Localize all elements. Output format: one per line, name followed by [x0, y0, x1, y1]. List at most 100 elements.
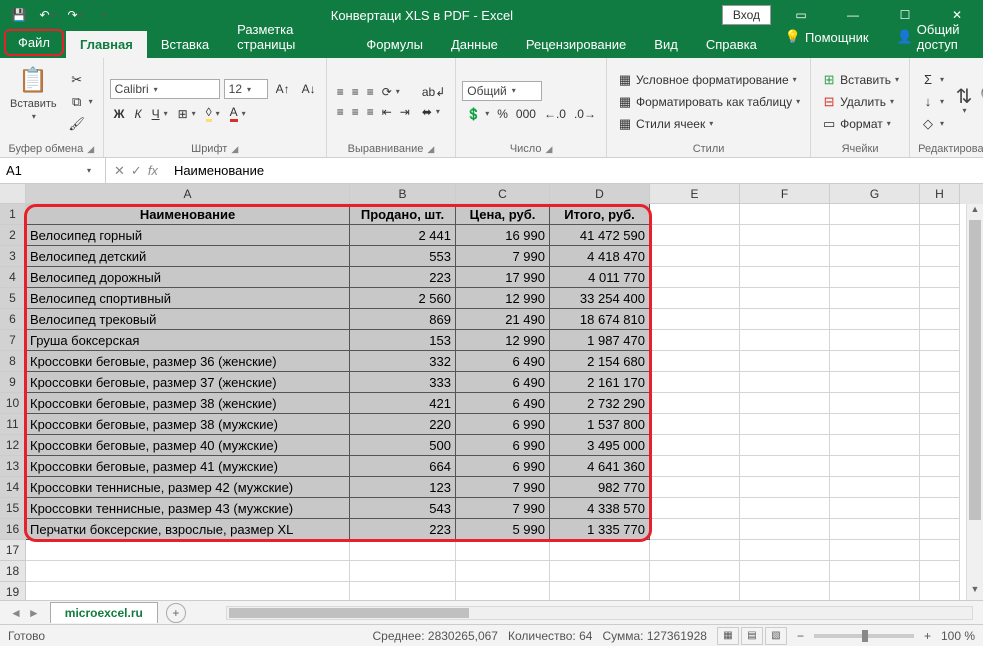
zoom-level[interactable]: 100 %	[941, 629, 975, 643]
cell[interactable]	[650, 540, 740, 561]
horizontal-scrollbar[interactable]	[226, 606, 973, 620]
cell[interactable]	[740, 330, 830, 351]
tab-file[interactable]: Файл	[4, 29, 64, 56]
cell[interactable]: 21 490	[456, 309, 550, 330]
cell[interactable]	[650, 330, 740, 351]
align-middle-button[interactable]: ≡	[348, 83, 363, 101]
cell[interactable]	[920, 414, 960, 435]
cell[interactable]	[830, 288, 920, 309]
increase-font-button[interactable]: A↑	[272, 79, 294, 99]
cell[interactable]	[650, 498, 740, 519]
hscroll-thumb[interactable]	[229, 608, 469, 618]
view-normal-button[interactable]: ▦	[717, 627, 739, 645]
cell[interactable]	[650, 288, 740, 309]
cell[interactable]	[740, 246, 830, 267]
cell[interactable]	[740, 519, 830, 540]
cell[interactable]	[920, 330, 960, 351]
cell[interactable]: Велосипед детский	[26, 246, 350, 267]
italic-button[interactable]: К	[131, 103, 146, 124]
cell[interactable]: 869	[350, 309, 456, 330]
cell[interactable]	[830, 498, 920, 519]
autosum-button[interactable]: Σ▾	[916, 70, 948, 90]
cell[interactable]	[740, 204, 830, 225]
cell[interactable]	[650, 519, 740, 540]
cell[interactable]	[740, 393, 830, 414]
row-header[interactable]: 17	[0, 540, 26, 561]
cell[interactable]	[920, 351, 960, 372]
cell[interactable]: Кроссовки теннисные, размер 42 (мужские)	[26, 477, 350, 498]
cell[interactable]: 4 641 360	[550, 456, 650, 477]
cell[interactable]	[830, 204, 920, 225]
cell[interactable]: Кроссовки беговые, размер 37 (женские)	[26, 372, 350, 393]
percent-button[interactable]: %	[493, 105, 512, 123]
cell[interactable]	[650, 456, 740, 477]
cut-button[interactable]: ✂	[65, 70, 97, 90]
row-header[interactable]: 8	[0, 351, 26, 372]
row-header[interactable]: 1	[0, 204, 26, 225]
cell[interactable]: 3 495 000	[550, 435, 650, 456]
cell[interactable]	[920, 498, 960, 519]
cell[interactable]	[26, 540, 350, 561]
cell[interactable]	[920, 393, 960, 414]
cell[interactable]: 123	[350, 477, 456, 498]
tab-review[interactable]: Рецензирование	[512, 31, 640, 58]
cell[interactable]	[456, 561, 550, 582]
cell[interactable]: Груша боксерская	[26, 330, 350, 351]
cell[interactable]: Кроссовки теннисные, размер 43 (мужские)	[26, 498, 350, 519]
sheet-tab[interactable]: microexcel.ru	[50, 602, 158, 623]
cell[interactable]	[740, 582, 830, 600]
cell[interactable]: 7 990	[456, 246, 550, 267]
col-header-B[interactable]: B	[350, 184, 456, 204]
cell[interactable]	[920, 519, 960, 540]
scroll-down-icon[interactable]: ▼	[967, 584, 983, 600]
cell[interactable]	[920, 540, 960, 561]
cell[interactable]: Перчатки боксерские, взрослые, размер XL	[26, 519, 350, 540]
align-left-button[interactable]: ≡	[333, 103, 348, 121]
cancel-formula-button[interactable]: ✕	[114, 163, 125, 179]
cell[interactable]	[830, 435, 920, 456]
cell[interactable]	[550, 582, 650, 600]
row-header[interactable]: 16	[0, 519, 26, 540]
col-header-D[interactable]: D	[550, 184, 650, 204]
cell[interactable]: 2 560	[350, 288, 456, 309]
cell[interactable]: 4 011 770	[550, 267, 650, 288]
underline-button[interactable]: Ч▾	[148, 103, 172, 124]
conditional-format-button[interactable]: ▦Условное форматирование▾	[613, 70, 804, 90]
cell[interactable]	[920, 435, 960, 456]
cell[interactable]	[740, 435, 830, 456]
view-page-break-button[interactable]: ▧	[765, 627, 787, 645]
sort-filter-button[interactable]: ⇅▾	[952, 86, 976, 117]
decrease-font-button[interactable]: A↓	[298, 79, 320, 99]
align-bottom-button[interactable]: ≡	[363, 83, 378, 101]
undo-button[interactable]: ↶▾	[34, 3, 60, 27]
clipboard-launcher[interactable]: ◢	[87, 144, 94, 155]
cell[interactable]: 6 990	[456, 435, 550, 456]
cell[interactable]	[650, 351, 740, 372]
cell[interactable]: 6 990	[456, 414, 550, 435]
cell[interactable]	[920, 246, 960, 267]
cell[interactable]: 16 990	[456, 225, 550, 246]
cell[interactable]: 333	[350, 372, 456, 393]
row-header[interactable]: 7	[0, 330, 26, 351]
cell[interactable]: Велосипед дорожный	[26, 267, 350, 288]
cell[interactable]: 4 418 470	[550, 246, 650, 267]
cell[interactable]	[456, 540, 550, 561]
cell[interactable]: 1 537 800	[550, 414, 650, 435]
number-launcher[interactable]: ◢	[545, 144, 552, 155]
cell[interactable]: 2 732 290	[550, 393, 650, 414]
cell[interactable]	[740, 540, 830, 561]
cell-styles-button[interactable]: ▦Стили ячеек▾	[613, 114, 804, 134]
cell[interactable]	[740, 498, 830, 519]
row-header[interactable]: 10	[0, 393, 26, 414]
cell[interactable]	[650, 435, 740, 456]
cell[interactable]	[830, 477, 920, 498]
insert-cells-button[interactable]: ⊞Вставить▾	[817, 70, 903, 90]
paste-button[interactable]: 📋 Вставить ▾	[6, 62, 61, 141]
cell[interactable]	[920, 309, 960, 330]
row-header[interactable]: 11	[0, 414, 26, 435]
cell[interactable]: 33 254 400	[550, 288, 650, 309]
cell[interactable]: 2 154 680	[550, 351, 650, 372]
cell[interactable]	[740, 414, 830, 435]
align-center-button[interactable]: ≡	[348, 103, 363, 121]
delete-cells-button[interactable]: ⊟Удалить▾	[817, 92, 903, 112]
